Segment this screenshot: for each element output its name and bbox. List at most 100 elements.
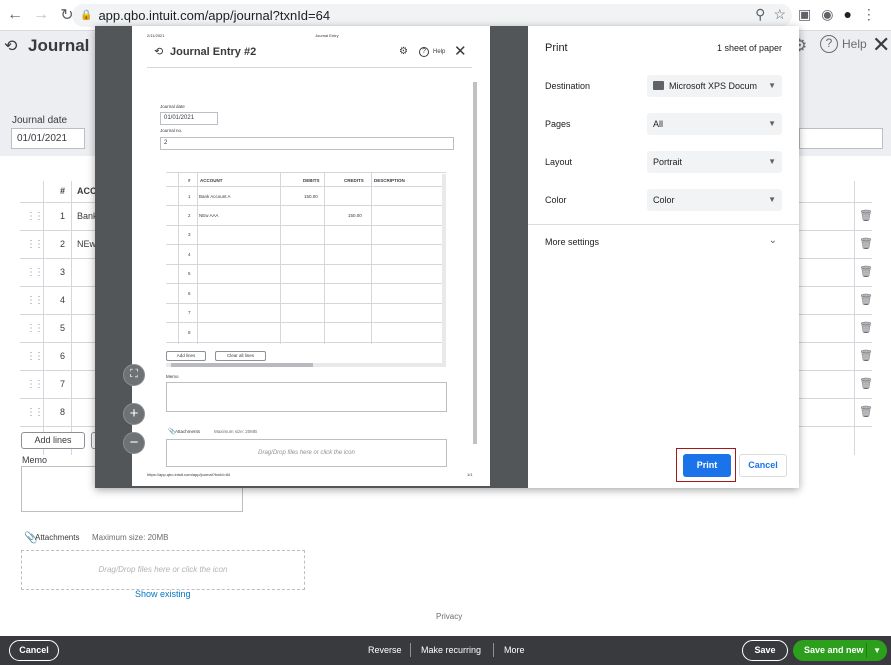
help-link[interactable]: Help	[842, 37, 867, 51]
drag-handle-icon[interactable]: ⋮⋮	[26, 267, 44, 278]
layout-value: Portrait	[653, 157, 683, 167]
preview-col-debits: DEBITS	[303, 178, 320, 183]
preview-history-icon: ⟲	[154, 46, 164, 58]
zoom-icon[interactable]: ⚲	[755, 6, 765, 23]
more-link[interactable]: More	[504, 645, 525, 655]
drag-handle-icon[interactable]: ⋮⋮	[26, 295, 44, 306]
preview-row-num: 2	[188, 213, 191, 218]
journal-no-input[interactable]	[799, 128, 883, 149]
footer-divider	[410, 643, 411, 657]
trash-icon[interactable]: 🗑	[859, 321, 873, 334]
zoom-out-icon[interactable]: −	[123, 432, 145, 454]
preview-row: 2 NEw AAA 150.00	[166, 206, 446, 226]
trash-icon[interactable]: 🗑	[859, 209, 873, 222]
reverse-link[interactable]: Reverse	[368, 645, 402, 655]
preview-row: 5	[166, 264, 446, 284]
destination-select[interactable]: Microsoft XPS Docum ▼	[647, 75, 782, 97]
preview-footer-url: https://app.qbo.intuit.com/app/journal?t…	[147, 472, 231, 477]
destination-value: Microsoft XPS Docum	[669, 81, 758, 91]
pages-value: All	[653, 119, 664, 129]
cancel-button[interactable]: Cancel	[9, 640, 59, 661]
journal-date-input[interactable]: 01/01/2021	[11, 128, 85, 149]
privacy-link[interactable]: Privacy	[436, 612, 462, 621]
color-select[interactable]: Color ▼	[647, 189, 782, 211]
preview-journal-date: 01/01/2021	[160, 112, 218, 125]
profile-avatar-icon[interactable]: ●	[843, 6, 851, 23]
history-icon[interactable]: ⟲	[4, 36, 22, 55]
preview-row-account: NEw AAA	[199, 213, 219, 218]
preview-journal-no-label: Journal no.	[160, 128, 183, 133]
preview-row-num: 8	[188, 330, 191, 335]
layout-select[interactable]: Portrait ▼	[647, 151, 782, 173]
preview-col-divider	[324, 172, 325, 344]
trash-icon[interactable]: 🗑	[859, 265, 873, 278]
preview-dropzone: Drag/Drop files here or click the icon	[166, 439, 447, 467]
show-existing-link[interactable]: Show existing	[135, 589, 191, 599]
preview-row-num: 1	[188, 194, 191, 199]
address-bar[interactable]: 🔒 app.qbo.intuit.com/app/journal?txnId=6…	[72, 4, 792, 27]
drag-handle-icon[interactable]: ⋮⋮	[26, 407, 44, 418]
drag-handle-icon[interactable]: ⋮⋮	[26, 379, 44, 390]
url-text: app.qbo.intuit.com/app/journal?txnId=64	[98, 8, 331, 23]
attachment-dropzone[interactable]: Drag/Drop files here or click the icon	[21, 550, 305, 590]
save-and-new-button[interactable]: Save and new ▼	[793, 640, 887, 661]
print-dialog: 2/11/2021 Journal Entry ⟲ Journal Entry …	[95, 26, 799, 488]
chevron-down-icon[interactable]: ⌄	[769, 235, 777, 246]
preview-max-size: Maximum size: 20MB	[214, 429, 258, 434]
fit-to-page-icon[interactable]: ⛶	[123, 364, 145, 386]
preview-lines-table: # ACCOUNT DEBITS CREDITS DESCRIPTION 1 B…	[166, 172, 446, 348]
preview-add-lines-button: Add lines	[166, 351, 206, 361]
drag-handle-icon[interactable]: ⋮⋮	[26, 211, 44, 222]
trash-icon[interactable]: 🗑	[859, 349, 873, 362]
trash-icon[interactable]: 🗑	[859, 293, 873, 306]
make-recurring-link[interactable]: Make recurring	[421, 645, 481, 655]
trash-icon[interactable]: 🗑	[859, 377, 873, 390]
back-arrow-icon[interactable]: ←	[4, 4, 26, 26]
row-account[interactable]: NEw	[77, 239, 96, 249]
forward-arrow-icon[interactable]: →	[30, 4, 52, 26]
bookmark-star-icon[interactable]: ☆	[773, 6, 786, 23]
journal-date-label: Journal date	[12, 115, 68, 126]
preview-page-scrollbar	[472, 74, 478, 469]
drag-handle-icon[interactable]: ⋮⋮	[26, 239, 44, 250]
extension-icon[interactable]: ▣	[798, 6, 811, 23]
preview-close-icon: ✕	[454, 43, 467, 60]
eye-extension-icon[interactable]: ◉	[821, 6, 833, 23]
row-number: 8	[60, 407, 66, 417]
print-button[interactable]: Print	[683, 454, 731, 477]
zoom-in-icon[interactable]: +	[123, 403, 145, 425]
settings-divider	[528, 224, 799, 225]
drag-handle-icon[interactable]: ⋮⋮	[26, 323, 44, 334]
preview-table-vscroll	[442, 174, 446, 364]
preview-row-credit: 150.00	[348, 213, 362, 218]
print-cancel-button[interactable]: Cancel	[739, 454, 787, 477]
menu-dots-icon[interactable]: ⋮	[862, 6, 876, 23]
preview-col-account: ACCOUNT	[200, 178, 223, 183]
preview-memo-label: Memo	[166, 374, 179, 379]
save-button[interactable]: Save	[742, 640, 788, 661]
trash-icon[interactable]: 🗑	[859, 237, 873, 250]
trash-icon[interactable]: 🗑	[859, 405, 873, 418]
more-settings-toggle[interactable]: More settings	[545, 237, 599, 247]
preview-clear-all-lines-button: Clear all lines	[215, 351, 266, 361]
chevron-down-icon: ▼	[768, 81, 776, 90]
preview-col-divider	[178, 172, 179, 344]
add-lines-button[interactable]: Add lines	[21, 432, 85, 449]
preview-row: 8	[166, 323, 446, 343]
color-label: Color	[545, 195, 567, 205]
preview-row-account: Bank Account A	[199, 194, 231, 199]
row-number: 6	[60, 351, 66, 361]
row-number: 2	[60, 239, 66, 249]
preview-gear-icon: ⚙	[399, 46, 408, 57]
row-number: 7	[60, 379, 66, 389]
lock-icon: 🔒	[80, 10, 93, 21]
preview-row: 3	[166, 225, 446, 245]
close-icon[interactable]: ✕	[872, 32, 890, 58]
pages-select[interactable]: All ▼	[647, 113, 782, 135]
preview-help-icon: ?	[419, 47, 429, 57]
caret-down-icon[interactable]: ▼	[873, 640, 881, 661]
drag-handle-icon[interactable]: ⋮⋮	[26, 351, 44, 362]
preview-memo-box	[166, 382, 447, 412]
memo-label: Memo	[22, 455, 48, 465]
help-icon[interactable]: ?	[820, 35, 838, 53]
